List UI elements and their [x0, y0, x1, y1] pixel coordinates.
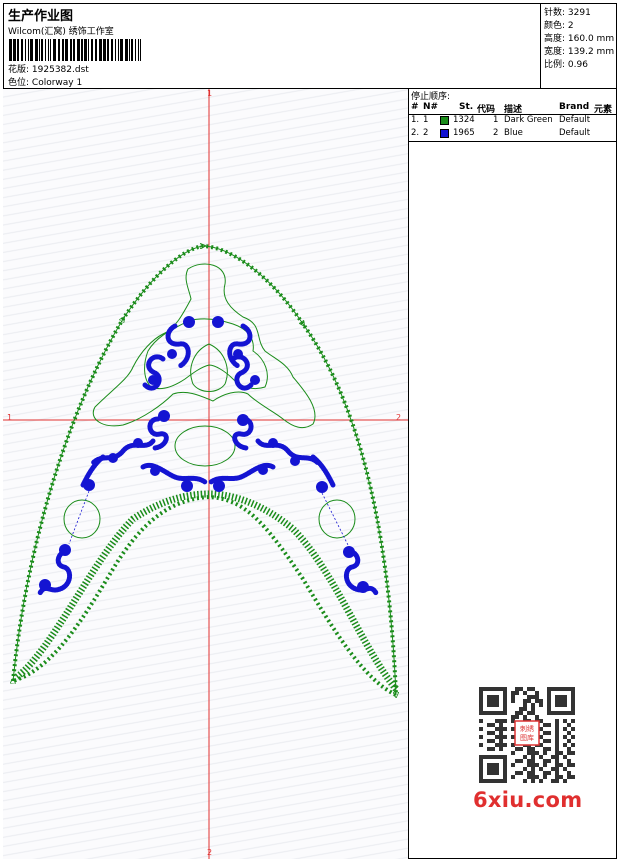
qr-badge-text: 图库 [520, 733, 534, 742]
stat-label: 颜色: [544, 21, 566, 31]
stat-label: 高度: [544, 34, 566, 44]
stat-value: 2 [567, 21, 574, 31]
colorway-value: Colorway 1 [31, 78, 83, 88]
inner-arch [14, 490, 399, 692]
row-stitches: 1965 [453, 128, 475, 138]
qr-code: 刺绣 图库 [471, 685, 583, 785]
blue-scrolls [37, 323, 379, 596]
design-label: 花版: [8, 65, 30, 75]
design-info: 花版: 1925382.dst [8, 62, 89, 75]
axis-label-bottom: 2 [207, 848, 213, 857]
stat-label: 比例: [544, 60, 566, 70]
left-bead [63, 499, 101, 539]
stat-width: 宽度: 139.2 mm [544, 44, 614, 57]
stop-row[interactable]: 2. 2 1965 2 Blue Default [409, 128, 617, 141]
stats-panel: 针数: 3291 颜色: 2 高度: 160.0 mm 宽度: 139.2 mm… [541, 3, 617, 89]
row-code: 1 [493, 115, 499, 125]
row-desc: Blue [504, 128, 523, 138]
col-index: # [411, 102, 419, 112]
color-swatch [440, 116, 449, 125]
stop-row[interactable]: 1. 1 1324 1 Dark Green Default [409, 115, 617, 128]
row-brand: Default [559, 128, 591, 138]
watermark-text: 6xiu.com [473, 788, 583, 812]
col-brand: Brand [559, 102, 590, 112]
row-index: 2. [411, 128, 420, 138]
barcode [9, 39, 141, 61]
company-name: Wilcom(汇窝) 绣饰工作室 [8, 27, 114, 37]
col-stitches: St. [459, 102, 474, 112]
row-index: 1. [411, 115, 420, 125]
row-number: 2 [423, 128, 429, 138]
colorway-label: 色位: [8, 78, 30, 88]
stop-sequence-title: 停止顺序: [411, 92, 451, 102]
stat-height: 高度: 160.0 mm [544, 31, 614, 44]
panel-divider [409, 141, 617, 142]
center-oval [174, 425, 236, 467]
design-canvas[interactable]: 1 2 1 2 [3, 89, 409, 859]
stat-stitches: 针数: 3291 [544, 5, 591, 18]
row-desc: Dark Green [504, 115, 553, 125]
row-stitches: 1324 [453, 115, 475, 125]
stat-label: 针数: [544, 8, 566, 18]
axis-label-left: 1 [7, 413, 13, 422]
stop-sequence-header: # N# St. 代码 描述 Brand 元素 [409, 102, 617, 115]
outer-border [10, 243, 399, 699]
blue-dots [39, 316, 369, 593]
row-number: 1 [423, 115, 429, 125]
row-brand: Default [559, 115, 591, 125]
colorway-info: 色位: Colorway 1 [8, 75, 82, 88]
crown-outline [92, 263, 316, 429]
row-code: 2 [493, 128, 499, 138]
color-swatch [440, 129, 449, 138]
stat-scale: 比例: 0.96 [544, 57, 588, 70]
stat-value: 139.2 mm [567, 47, 615, 57]
qr-badge-text: 刺绣 [520, 724, 534, 733]
axis-label-top: 1 [207, 89, 213, 98]
col-element: 元素 [594, 105, 613, 115]
page-title: 生产作业图 [8, 9, 74, 24]
col-code: 代码 [477, 105, 496, 115]
stat-value: 160.0 mm [567, 34, 615, 44]
embroidery-design [3, 89, 408, 859]
col-desc: 描述 [504, 105, 523, 115]
stat-value: 0.96 [567, 60, 588, 70]
right-bead [318, 499, 356, 539]
design-value: 1925382.dst [31, 65, 89, 75]
stat-label: 宽度: [544, 47, 566, 57]
stat-value: 3291 [567, 8, 591, 18]
header-panel: 生产作业图 Wilcom(汇窝) 绣饰工作室 花版: 1925382.dst 色… [3, 3, 541, 89]
axis-label-right: 2 [396, 413, 402, 422]
stat-colors: 颜色: 2 [544, 18, 574, 31]
col-number: N# [423, 102, 439, 112]
